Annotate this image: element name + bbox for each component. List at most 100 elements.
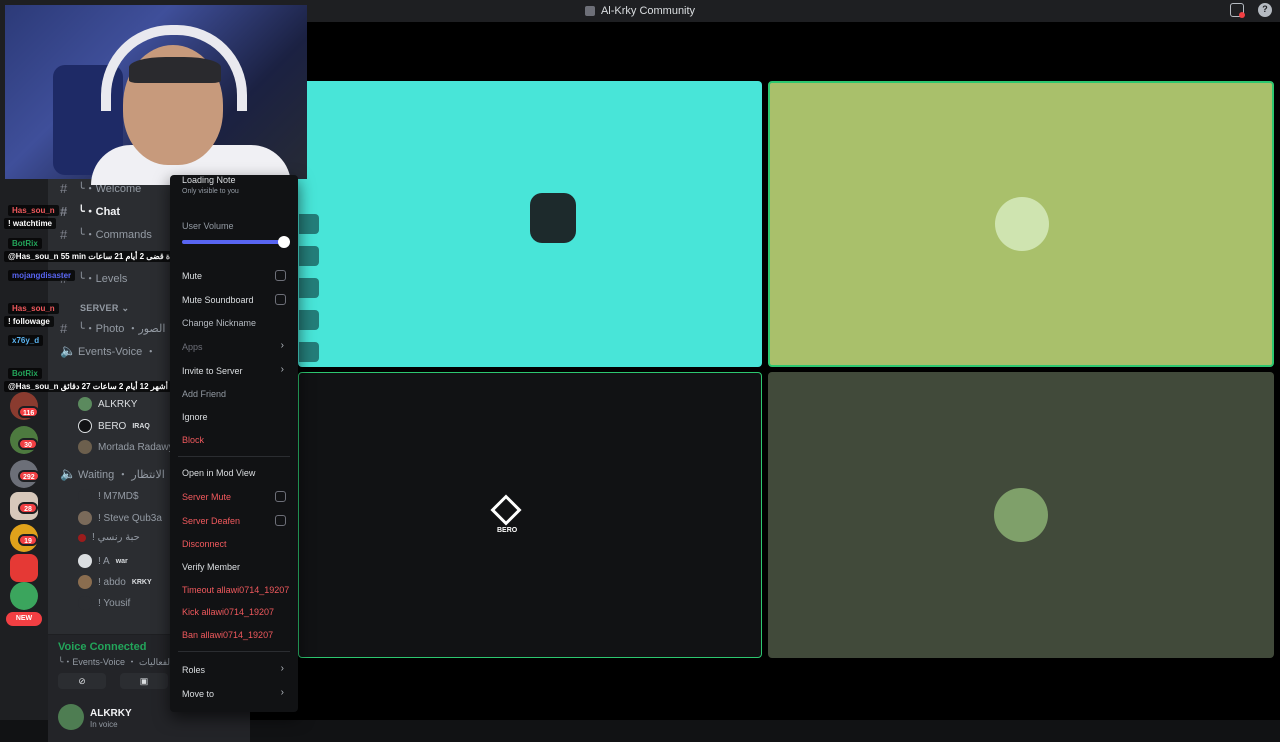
server-mute-checkbox[interactable] — [275, 491, 286, 502]
voice-channel-waiting[interactable]: 🔈 Waiting ・ الانتظار — [60, 466, 165, 482]
menu-invite-to-server[interactable]: Invite to Server — [182, 366, 243, 376]
user-avatar — [994, 488, 1048, 542]
chat-username: Has_sou_n — [8, 205, 59, 216]
avatar — [78, 533, 86, 542]
menu-disconnect[interactable]: Disconnect — [182, 539, 227, 549]
avatar[interactable] — [58, 704, 84, 730]
screen-share-button[interactable]: ▣ — [120, 673, 168, 689]
voice-member[interactable]: BERO IRAQ — [78, 419, 150, 433]
mute-soundboard-checkbox[interactable] — [275, 294, 286, 305]
menu-separator — [178, 651, 290, 652]
voice-connected-label: Voice Connected — [58, 641, 147, 653]
menu-user-volume-label: User Volume — [182, 221, 234, 231]
menu-add-friend[interactable]: Add Friend — [182, 389, 226, 399]
menu-mute[interactable]: Mute — [182, 271, 202, 281]
inbox-alert-dot — [1239, 12, 1245, 18]
channel-photo[interactable]: # ╰・Photo ・الصور — [60, 320, 165, 336]
video-tile-2[interactable] — [768, 81, 1274, 367]
video-tile-4[interactable] — [768, 372, 1274, 658]
menu-kick[interactable]: Kick allawi0714_19207 — [182, 607, 274, 617]
server-icon-7[interactable] — [10, 582, 38, 610]
menu-open-mod-view[interactable]: Open in Mod View — [182, 468, 255, 478]
ghost-bar — [299, 310, 319, 330]
avatar — [78, 397, 92, 411]
mute-checkbox[interactable] — [275, 270, 286, 281]
volume-slider-knob[interactable] — [278, 236, 290, 248]
chevron-right-icon: › — [280, 364, 284, 375]
speaker-icon: 🔈 — [60, 343, 77, 358]
mention-badge: 28 — [18, 502, 38, 514]
avatar — [78, 489, 92, 503]
chevron-right-icon: › — [280, 340, 284, 351]
chevron-right-icon: › — [280, 687, 284, 698]
user-avatar — [995, 197, 1049, 251]
chat-username: BotRix — [8, 238, 42, 249]
menu-verify-member[interactable]: Verify Member — [182, 562, 240, 572]
hash-icon: # — [60, 226, 68, 242]
chat-message: ! watchtime — [4, 218, 57, 229]
menu-apps[interactable]: Apps — [182, 342, 203, 352]
channel-chat[interactable]: # ╰・Chat — [60, 203, 120, 219]
server-icon-6[interactable] — [10, 554, 38, 582]
avatar — [78, 419, 92, 433]
bero-logo-icon — [490, 494, 522, 526]
voice-member[interactable]: ! M7MD$ — [78, 489, 139, 503]
avatar — [78, 511, 92, 525]
ghost-bar — [299, 214, 319, 234]
menu-server-mute[interactable]: Server Mute — [182, 492, 231, 502]
menu-roles[interactable]: Roles — [182, 665, 205, 675]
hash-icon: # — [60, 180, 68, 196]
ghost-bar — [299, 342, 319, 362]
menu-note-subtitle: Only visible to you — [182, 188, 239, 195]
menu-separator — [178, 456, 290, 457]
voice-member[interactable]: ! حبة رنسي — [78, 532, 140, 543]
voice-member[interactable]: ! Yousif — [78, 596, 130, 610]
menu-timeout[interactable]: Timeout allawi0714_19207 — [182, 585, 289, 595]
menu-ignore[interactable]: Ignore — [182, 412, 208, 422]
voice-channel-events[interactable]: 🔈 Events-Voice ・ — [60, 343, 156, 359]
chat-username: mojangdisaster — [8, 270, 76, 281]
chevron-right-icon: › — [280, 663, 284, 674]
headset — [101, 25, 247, 111]
window-title: Al-Krky Community — [600, 5, 696, 17]
menu-server-deafen[interactable]: Server Deafen — [182, 516, 240, 526]
voice-member[interactable]: ! Steve Qub3a — [78, 511, 162, 525]
menu-ban[interactable]: Ban allawi0714_19207 — [182, 630, 273, 640]
voice-member[interactable]: ALKRKY — [78, 397, 137, 411]
menu-note-title: Loading Note — [182, 175, 236, 185]
menu-move-to[interactable]: Move to — [182, 689, 214, 699]
chat-username: Has_sou_n — [8, 303, 59, 314]
avatar — [78, 440, 92, 454]
user-avatar — [530, 193, 576, 243]
mention-badge: 30 — [18, 438, 38, 450]
new-badge: NEW — [6, 612, 42, 626]
video-tile-1[interactable] — [298, 81, 762, 367]
channel-commands[interactable]: # ╰・Commands — [60, 226, 152, 242]
mention-badge: 116 — [18, 406, 40, 418]
volume-slider[interactable] — [182, 240, 286, 244]
mention-badge: 19 — [18, 534, 38, 546]
category-server[interactable]: SERVER ⌄ — [80, 303, 129, 314]
video-grid: BERO — [250, 22, 1280, 720]
tile-label: BERO — [497, 527, 518, 534]
ghost-bar — [299, 246, 319, 266]
chat-username: BotRix — [8, 368, 42, 379]
voice-member[interactable]: ! Awar — [78, 554, 128, 568]
server-deafen-checkbox[interactable] — [275, 515, 286, 526]
video-tile-3[interactable]: BERO — [298, 372, 762, 658]
server-icon — [584, 6, 595, 16]
webcam-overlay — [5, 5, 307, 185]
camera-off-button[interactable]: ⊘ — [58, 673, 106, 689]
menu-mute-soundboard[interactable]: Mute Soundboard — [182, 295, 254, 305]
ghost-bar — [299, 278, 319, 298]
username: ALKRKY — [90, 708, 132, 719]
inbox-icon[interactable] — [1230, 3, 1245, 18]
hash-icon: # — [60, 203, 68, 219]
speaker-icon: 🔈 — [60, 466, 77, 481]
help-icon[interactable]: ? — [1258, 3, 1272, 17]
menu-block[interactable]: Block — [182, 435, 204, 445]
hash-icon: # — [60, 320, 68, 336]
voice-member[interactable]: Mortada Radawy — [78, 440, 174, 454]
menu-change-nickname[interactable]: Change Nickname — [182, 318, 256, 328]
voice-member[interactable]: ! abdo KRKY — [78, 575, 152, 589]
